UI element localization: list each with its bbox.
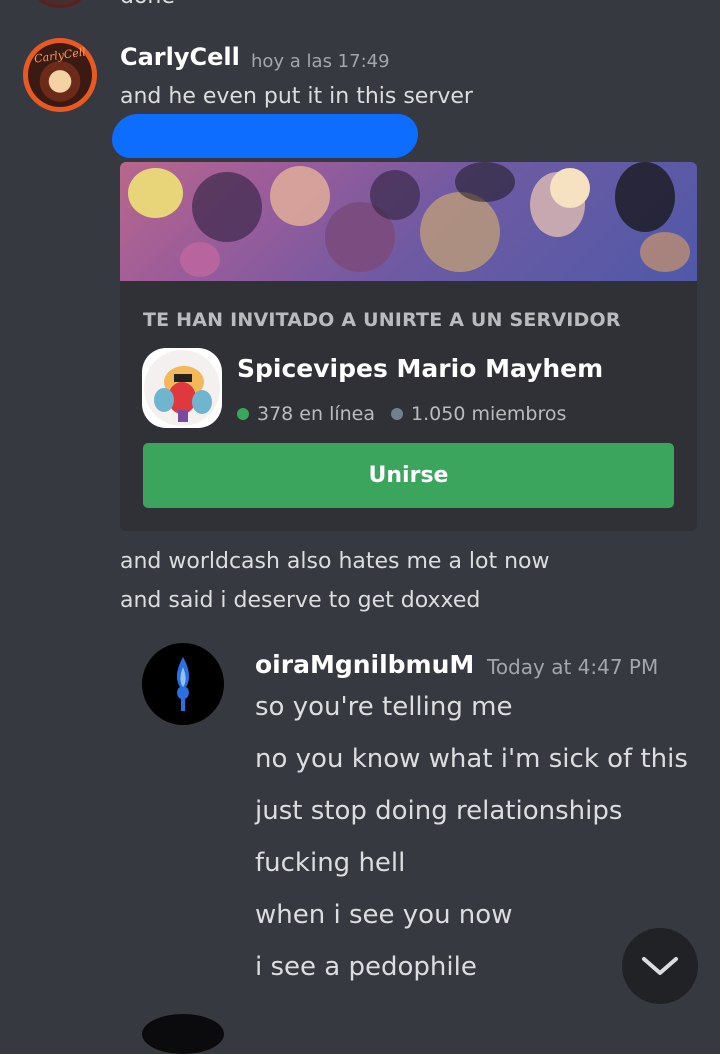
message-timestamp: hoy a las 17:49 xyxy=(251,51,390,72)
scroll-to-bottom-button[interactable] xyxy=(622,928,698,1004)
author-name[interactable]: CarlyCell xyxy=(120,43,240,71)
previous-message-text: done xyxy=(120,0,175,9)
quoted-message-line: when i see you now xyxy=(255,900,513,930)
invite-heading: TE HAN INVITADO A UNIRTE A UN SERVIDOR xyxy=(143,309,621,331)
quoted-timestamp: Today at 4:47 PM xyxy=(487,655,659,679)
server-banner-image xyxy=(120,162,697,281)
redacted-link-scribble xyxy=(112,114,418,158)
avatar-icon: CarlyCell xyxy=(28,43,92,107)
previous-avatar[interactable] xyxy=(34,0,86,8)
message-line: and he even put it in this server xyxy=(120,84,473,109)
quoted-message-line: i see a pedophile xyxy=(255,952,477,982)
quoted-author-name[interactable]: oiraMgnilbmuM xyxy=(255,650,474,679)
chevron-down-icon xyxy=(642,957,678,975)
online-count: 378 en línea xyxy=(257,403,376,425)
server-invite-embed: TE HAN INVITADO A UNIRTE A UN SERVIDOR S… xyxy=(120,162,697,531)
user-avatar-oiramgnilbmum[interactable] xyxy=(142,643,224,725)
members-dot-icon xyxy=(391,408,404,420)
online-dot-icon xyxy=(237,408,249,420)
quoted-message-line: so you're telling me xyxy=(255,692,513,722)
flame-avatar-icon xyxy=(176,657,190,711)
server-icon[interactable] xyxy=(142,348,222,428)
quoted-message-line: fucking hell xyxy=(255,848,406,878)
user-avatar-carlycell[interactable]: CarlyCell xyxy=(23,38,97,112)
avatar-logo-text: CarlyCell xyxy=(33,45,87,66)
member-count: 1.050 miembros xyxy=(411,403,567,425)
server-name: Spicevipes Mario Mayhem xyxy=(237,354,604,383)
message-line: and said i deserve to get doxxed xyxy=(120,588,481,613)
join-server-button[interactable]: Unirse xyxy=(143,443,674,508)
quoted-message-line: just stop doing relationships xyxy=(255,796,623,826)
message-line: and worldcash also hates me a lot now xyxy=(120,549,550,574)
server-stats: 378 en línea 1.050 miembros xyxy=(237,403,566,425)
next-avatar[interactable] xyxy=(142,1014,224,1054)
quoted-message-line: no you know what i'm sick of this xyxy=(255,744,688,774)
